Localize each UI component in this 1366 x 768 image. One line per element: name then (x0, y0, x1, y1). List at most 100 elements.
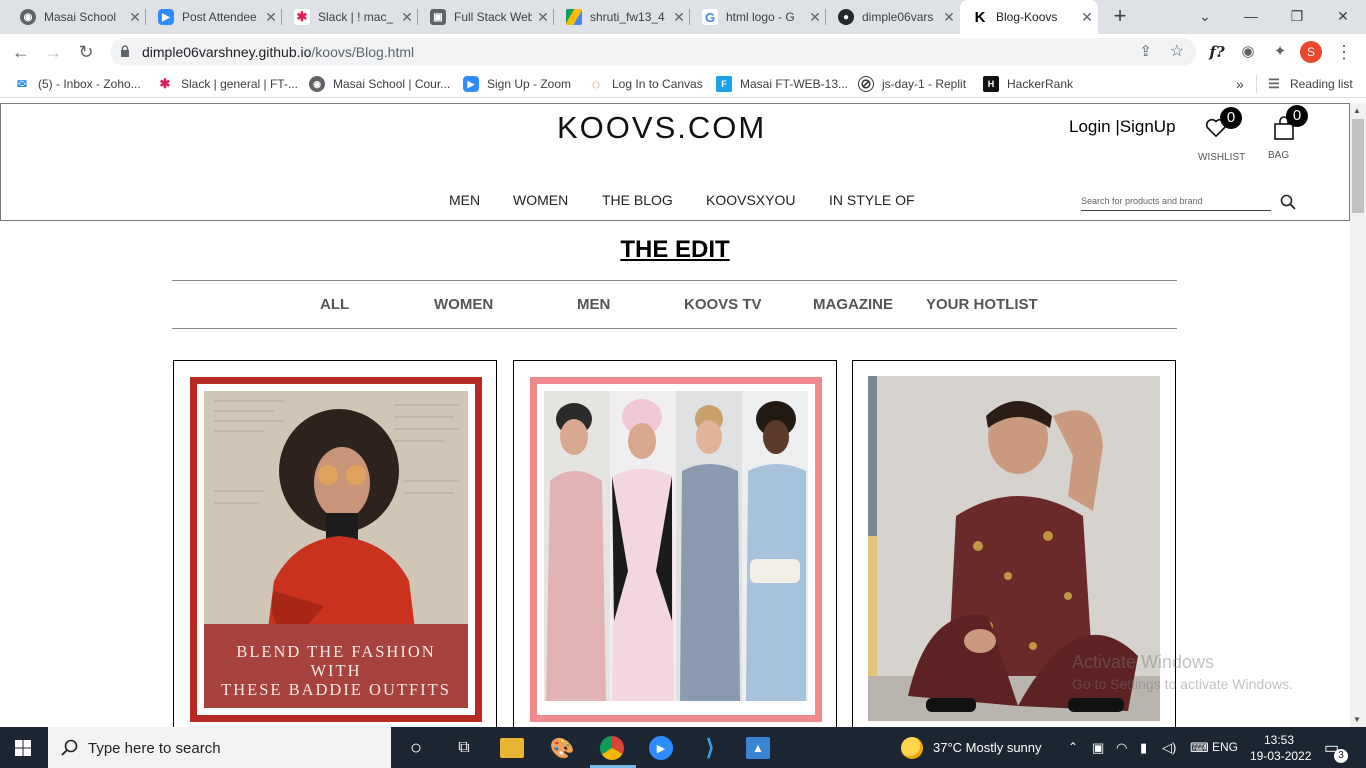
search-icon[interactable] (1280, 194, 1296, 210)
filter-all[interactable]: ALL (320, 296, 349, 313)
bookmarks-bar: ✉ (5) - Inbox - Zoho... ✱ Slack | general … (0, 70, 1366, 98)
cortana-icon[interactable]: ○ (403, 735, 429, 761)
weather-sun-icon[interactable] (901, 737, 923, 759)
screen-record-icon[interactable]: ◉ (1236, 40, 1260, 64)
search-icon (61, 739, 78, 756)
close-tab-icon[interactable]: ✕ (668, 9, 690, 26)
blog-image-mat: BLEND THE FASHION WITH THESE BADDIE OUTF… (197, 384, 475, 715)
activate-windows-title: Activate Windows (1072, 652, 1215, 672)
bookmark-slack[interactable]: ✱ Slack | general | FT-... (157, 76, 298, 92)
windows-start-icon[interactable] (15, 740, 31, 756)
url-path: /koovs/Blog.html (311, 44, 415, 60)
reading-list-button[interactable]: ☰ Reading list (1266, 76, 1353, 92)
scrollbar-thumb[interactable] (1352, 119, 1364, 213)
signup-link[interactable]: SignUp (1120, 117, 1176, 136)
koovs-logo[interactable]: KOOVS.COM (557, 110, 766, 146)
bookmark-masai-course[interactable]: ◉ Masai School | Cour... (309, 76, 450, 92)
vscode-icon[interactable]: ⟩ (697, 735, 723, 761)
task-view-icon[interactable]: ⧉ (451, 735, 477, 761)
windows-taskbar: Type here to search ○ ⧉ 🎨 ▶ ⟩ ▲ 37°C Mos… (0, 727, 1366, 768)
close-tab-icon[interactable]: ✕ (124, 9, 146, 26)
photos-icon[interactable]: ▲ (746, 737, 770, 759)
bookmark-canvas[interactable]: ◌ Log In to Canvas (588, 76, 703, 92)
bookmark-zoho-inbox[interactable]: ✉ (5) - Inbox - Zoho... (14, 76, 141, 92)
clock-time[interactable]: 13:53 (1264, 733, 1294, 747)
close-tab-icon[interactable]: ✕ (1076, 9, 1098, 26)
blog-card-menswear-trends[interactable] (513, 360, 837, 727)
share-icon[interactable]: ⇪ (1139, 42, 1152, 60)
login-link[interactable]: Login (1069, 117, 1111, 136)
nav-the-blog[interactable]: THE BLOG (602, 192, 673, 208)
weather-text[interactable]: 37°C Mostly sunny (933, 740, 1042, 755)
bag-label[interactable]: BAG (1268, 150, 1289, 161)
close-tab-icon[interactable]: ✕ (260, 9, 282, 26)
bookmark-hackerrank[interactable]: H HackerRank (983, 76, 1073, 92)
battery-icon[interactable]: ▮ (1140, 740, 1147, 756)
close-window-button[interactable]: ✕ (1330, 4, 1356, 28)
reload-button[interactable]: ↻ (73, 40, 99, 64)
tab-post-attendee[interactable]: ▶ Post Attendee ✕ (146, 0, 282, 34)
tab-blog-koovs[interactable]: K Blog-Koovs ✕ (960, 0, 1098, 34)
wishlist-label[interactable]: WISHLIST (1198, 152, 1245, 163)
nav-men[interactable]: MEN (449, 192, 480, 208)
chrome-icon[interactable] (600, 736, 624, 760)
close-tab-icon[interactable]: ✕ (804, 9, 826, 26)
bookmark-masai-docs[interactable]: F Masai FT-WEB-13... (716, 76, 848, 92)
profile-avatar[interactable]: S (1300, 41, 1322, 63)
formula-extension-icon[interactable]: f? (1205, 40, 1229, 64)
scroll-up-arrow-icon[interactable]: ▲ (1353, 106, 1361, 115)
github-icon: ● (838, 9, 854, 25)
product-search-input[interactable]: Search for products and brand (1081, 193, 1271, 211)
zoom-icon[interactable]: ▶ (649, 736, 673, 760)
filter-koovs-tv[interactable]: KOOVS TV (684, 296, 762, 313)
tab-github[interactable]: ● dimple06vars ✕ (826, 0, 960, 34)
show-hidden-icons-chevron-icon[interactable]: ⌃ (1068, 740, 1078, 754)
bookmarks-overflow-button[interactable]: » (1236, 76, 1244, 92)
page-scrollbar[interactable]: ▲ ▼ (1350, 103, 1366, 727)
close-tab-icon[interactable]: ✕ (532, 9, 554, 26)
minimize-button[interactable]: — (1238, 4, 1264, 28)
paint-icon[interactable]: 🎨 (549, 735, 575, 761)
menu-kebab-icon[interactable]: ⋮ (1332, 40, 1356, 64)
filter-magazine[interactable]: MAGAZINE (813, 296, 893, 313)
new-tab-button[interactable]: + (1108, 4, 1132, 28)
back-button[interactable]: ← (8, 40, 34, 64)
tab-google-search[interactable]: G html logo - G ✕ (690, 0, 826, 34)
taskbar-search-box[interactable]: Type here to search (48, 727, 391, 768)
file-explorer-icon[interactable] (500, 738, 524, 758)
nav-women[interactable]: WOMEN (513, 192, 568, 208)
language-indicator[interactable]: ENG (1212, 740, 1238, 754)
wifi-icon[interactable]: ◠ (1116, 740, 1127, 756)
close-tab-icon[interactable]: ✕ (396, 9, 418, 26)
tab-full-stack[interactable]: ▣ Full Stack Web ✕ (418, 0, 554, 34)
extensions-puzzle-icon[interactable]: ✦ (1268, 40, 1292, 64)
tab-title: Full Stack Web (454, 10, 532, 24)
zoho-icon: ✉ (14, 76, 30, 92)
filter-men[interactable]: MEN (577, 296, 610, 313)
tab-title: shruti_fw13_4 (590, 10, 665, 24)
tab-slack[interactable]: ✱ Slack | ! mac_ ✕ (282, 0, 418, 34)
masai-icon: ◉ (309, 76, 325, 92)
address-bar[interactable]: dimple06varshney.github.io/koovs/Blog.ht… (110, 38, 1196, 66)
nav-koovsxyou[interactable]: KOOVSXYOU (706, 192, 795, 208)
bookmark-replit[interactable]: ⊘ js-day-1 - Replit (858, 76, 966, 92)
forward-button[interactable]: → (40, 40, 66, 64)
filter-your-hotlist[interactable]: YOUR HOTLIST (926, 296, 1038, 313)
scroll-down-arrow-icon[interactable]: ▼ (1353, 715, 1361, 724)
tab-masai-school[interactable]: ◉ Masai School ✕ (8, 0, 146, 34)
meet-now-icon[interactable]: ▣ (1092, 740, 1104, 756)
clock-date[interactable]: 19-03-2022 (1250, 749, 1311, 763)
blog-card-baddie-outfits[interactable]: BLEND THE FASHION WITH THESE BADDIE OUTF… (173, 360, 497, 727)
bookmark-zoom-signup[interactable]: ▶ Sign Up - Zoom (463, 76, 571, 92)
restore-button[interactable]: ❐ (1284, 4, 1310, 28)
bookmark-star-icon[interactable]: ☆ (1170, 41, 1184, 61)
close-tab-icon[interactable]: ✕ (938, 9, 960, 26)
page-viewport: KOOVS.COM Login |SignUp 0 WISHLIST 0 BAG… (0, 103, 1350, 727)
tab-search-chevron-icon[interactable]: ⌄ (1192, 4, 1218, 28)
tab-drive[interactable]: shruti_fw13_4 ✕ (554, 0, 690, 34)
bag-count-badge: 0 (1286, 105, 1308, 127)
input-indicator-icon[interactable]: ⌨ (1190, 740, 1209, 756)
volume-icon[interactable]: ◁) (1162, 740, 1176, 756)
nav-in-style-of[interactable]: IN STYLE OF (829, 192, 915, 208)
filter-women[interactable]: WOMEN (434, 296, 493, 313)
